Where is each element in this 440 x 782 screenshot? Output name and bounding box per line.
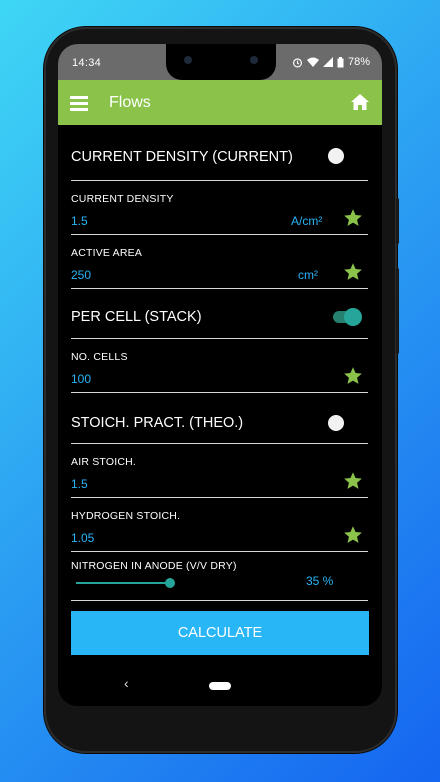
current-density-toggle[interactable] <box>328 148 344 164</box>
no-cells-field: NO. CELLS 100 <box>71 339 368 393</box>
hydrogen-stoich-field: HYDROGEN STOICH. 1.05 <box>71 498 368 552</box>
battery-icon <box>337 56 344 67</box>
signal-icon <box>322 57 333 67</box>
hydrogen-stoich-label: HYDROGEN STOICH. <box>71 510 181 522</box>
home-pill-icon[interactable] <box>209 682 231 690</box>
nitrogen-value: 35 % <box>306 574 334 588</box>
air-stoich-field: AIR STOICH. 1.5 <box>71 444 368 498</box>
star-icon[interactable] <box>343 262 363 282</box>
current-density-section-label: CURRENT DENSITY (CURRENT) <box>71 149 293 165</box>
current-density-input[interactable]: 1.5 <box>71 214 88 228</box>
battery-percent: 78% <box>347 56 370 68</box>
nav-bar: ‹ <box>58 672 382 706</box>
active-area-input[interactable]: 250 <box>71 268 91 282</box>
volume-button <box>396 268 399 354</box>
air-stoich-input[interactable]: 1.5 <box>71 477 88 491</box>
camera-icon <box>184 56 192 64</box>
star-icon[interactable] <box>343 471 363 491</box>
current-density-label: CURRENT DENSITY <box>71 193 174 205</box>
current-density-toggle-row: CURRENT DENSITY (CURRENT) <box>71 125 368 181</box>
power-button <box>396 198 399 244</box>
per-cell-section-label: PER CELL (STACK) <box>71 309 202 325</box>
nitrogen-field: NITROGEN IN ANODE (V/V DRY) 35 % <box>71 552 368 601</box>
calculate-button[interactable]: CALCULATE <box>71 611 369 655</box>
per-cell-toggle[interactable] <box>333 308 362 326</box>
menu-icon[interactable] <box>70 96 88 111</box>
active-area-label: ACTIVE AREA <box>71 247 143 259</box>
wifi-icon <box>306 57 319 67</box>
app-title: Flows <box>109 94 151 111</box>
screen: 14:34 78% Flows CURRENT DENSITY (CURRENT… <box>58 44 382 706</box>
camera-notch <box>166 44 276 80</box>
active-area-field: ACTIVE AREA 250 cm² <box>71 235 368 289</box>
status-time: 14:34 <box>72 57 102 69</box>
home-icon[interactable] <box>350 93 370 111</box>
per-cell-toggle-row: PER CELL (STACK) <box>71 289 368 339</box>
app-bar: Flows <box>58 80 382 125</box>
no-cells-label: NO. CELLS <box>71 351 128 363</box>
camera-icon <box>250 56 258 64</box>
nitrogen-label: NITROGEN IN ANODE (V/V DRY) <box>71 560 237 572</box>
stoich-section-label: STOICH. PRACT. (THEO.) <box>71 415 244 431</box>
star-icon[interactable] <box>343 366 363 386</box>
status-icons: 78% <box>292 56 370 68</box>
current-density-field: CURRENT DENSITY 1.5 A/cm² <box>71 181 368 235</box>
back-icon[interactable]: ‹ <box>124 675 129 691</box>
active-area-unit: cm² <box>298 268 318 282</box>
star-icon[interactable] <box>343 525 363 545</box>
stoich-toggle[interactable] <box>328 415 344 431</box>
air-stoich-label: AIR STOICH. <box>71 456 137 468</box>
hydrogen-stoich-input[interactable]: 1.05 <box>71 531 94 545</box>
star-icon[interactable] <box>343 208 363 228</box>
stoich-toggle-row: STOICH. PRACT. (THEO.) <box>71 393 368 444</box>
nitrogen-slider[interactable] <box>76 578 175 588</box>
no-cells-input[interactable]: 100 <box>71 372 91 386</box>
current-density-unit: A/cm² <box>291 214 323 228</box>
slider-thumb[interactable] <box>165 578 175 588</box>
alarm-icon <box>292 57 303 67</box>
status-bar: 14:34 78% <box>58 44 382 80</box>
